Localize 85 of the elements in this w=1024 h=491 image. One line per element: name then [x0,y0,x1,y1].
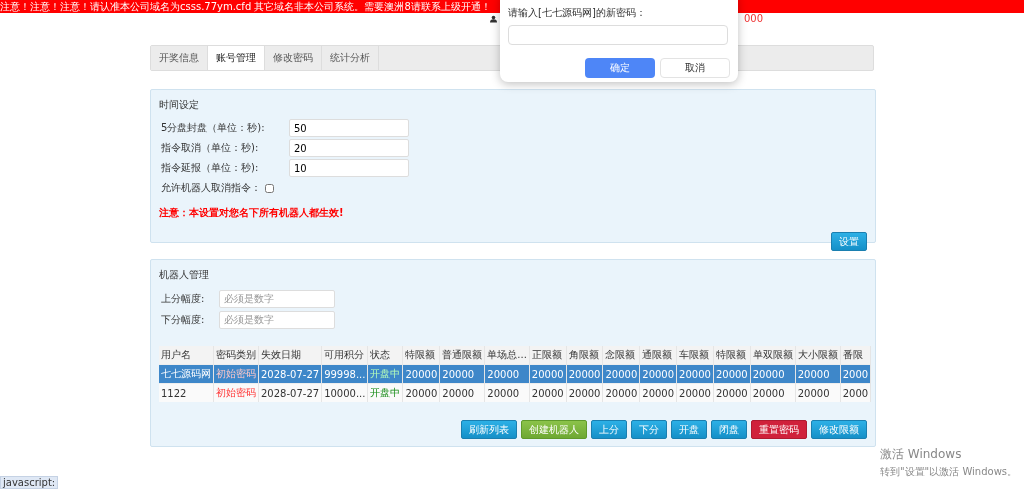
table-cell: 20000 [602,364,640,384]
column-header: 单场总... [484,346,530,365]
column-header: 大小限额 [795,346,841,365]
column-header: 可用积分 [321,346,368,365]
table-cell: 1122 [159,383,214,402]
table-cell: 20000 [602,383,640,402]
cancel-button[interactable]: 取消 [660,58,730,78]
table-cell: 初始密码 [213,383,259,402]
table-cell: 20000 [750,383,796,402]
column-header: 特限额 [713,346,751,365]
table-cell: 开盘中 [368,383,403,402]
table-cell: 20000 [403,383,440,402]
table-cell: 初始密码 [213,364,259,384]
column-header: 用户名 [159,346,214,365]
table-cell: 2000 [840,383,871,402]
table-cell: 10000... [321,383,368,402]
column-header: 通限额 [639,346,677,365]
tab[interactable]: 账号管理 [208,46,265,70]
column-header: 特限额 [403,346,440,365]
column-header: 番限 [840,346,871,365]
user-icon [490,15,497,23]
table-cell: 2028-07-27 [258,364,322,384]
table-cell: 20000 [676,364,714,384]
column-header: 车限额 [676,346,714,365]
table-cell: 20000 [795,383,841,402]
table-row[interactable]: 七七源码网 初始密码 2028-07-27 99998... 开盘中 20000 20000 20000 20000 20000 20000 20000 20000 20000 20000 20000 2000 [159,364,871,384]
action-button[interactable]: 重置密码 [751,420,807,439]
table-cell: 20000 [484,364,530,384]
column-header: 失效日期 [258,346,322,365]
action-button[interactable]: 闭盘 [711,420,747,439]
field-label: 上分幅度: [161,291,206,306]
table-cell: 20000 [566,383,603,402]
table-cell: 七七源码网 [159,364,214,384]
table-cell: 20000 [713,383,751,402]
table-cell: 20000 [639,364,677,384]
input-field[interactable]: 10 [289,159,409,177]
table-cell: 20000 [750,364,796,384]
password-field[interactable] [508,25,728,45]
activation-text: 转到"设置"以激活 Windows。 [880,465,1018,479]
action-button[interactable]: 修改限额 [811,420,867,439]
column-header: 密码类别 [213,346,259,365]
panel-title: 机器人管理 [159,268,210,282]
input-field[interactable]: 必须是数字 [219,289,335,308]
checkbox-label: 允许机器人取消指令： [161,181,261,195]
column-header: 念限额 [602,346,640,365]
table-cell: 开盘中 [368,364,403,384]
action-button[interactable]: 刷新列表 [461,420,517,439]
column-header: 普通限额 [439,346,485,365]
table-cell: 20000 [566,364,603,384]
table-cell: 20000 [403,364,440,384]
table-cell: 20000 [676,383,714,402]
table-cell: 99998... [321,364,368,384]
field-label: 指令取消（单位：秒): [161,141,260,155]
field-label: 指令延报（单位：秒): [161,161,260,175]
settings-button[interactable]: 设置 [831,232,867,251]
table-cell: 20000 [639,383,677,402]
column-header: 状态 [368,346,403,365]
table-cell: 2028-07-27 [258,383,322,402]
action-button[interactable]: 下分 [631,420,667,439]
table-cell: 20000 [484,383,530,402]
input-field[interactable]: 20 [289,139,409,157]
input-field[interactable]: 必须是数字 [219,310,335,329]
table-cell: 2000 [840,364,871,384]
action-button[interactable]: 上分 [591,420,627,439]
table-cell: 20000 [439,364,485,384]
column-header: 正限额 [529,346,567,365]
table-cell: 20000 [439,383,485,402]
confirm-button[interactable]: 确定 [585,58,655,78]
field-label: 下分幅度: [161,312,206,327]
field-label: 5分盘封盘（单位：秒): [161,121,266,135]
table-cell: 20000 [795,364,841,384]
table-cell: 20000 [713,364,751,384]
column-header: 单双限额 [750,346,796,365]
balance-text: 000 [744,13,764,24]
warning-text: 注意：本设置对您名下所有机器人都生效! [159,206,345,220]
table-row[interactable]: 1122 初始密码 2028-07-27 10000... 开盘中 20000 20000 20000 20000 20000 20000 20000 20000 20000 20000 20000 2000 [159,383,871,402]
activation-title: 激活 Windows [880,446,963,463]
tab[interactable]: 开奖信息 [151,46,208,70]
action-button[interactable]: 开盘 [671,420,707,439]
column-header: 角限额 [566,346,603,365]
panel-title: 时间设定 [159,98,200,112]
table-cell: 20000 [529,364,567,384]
input-field[interactable]: 50 [289,119,409,137]
checkbox[interactable] [265,183,274,193]
table-cell: 20000 [529,383,567,402]
